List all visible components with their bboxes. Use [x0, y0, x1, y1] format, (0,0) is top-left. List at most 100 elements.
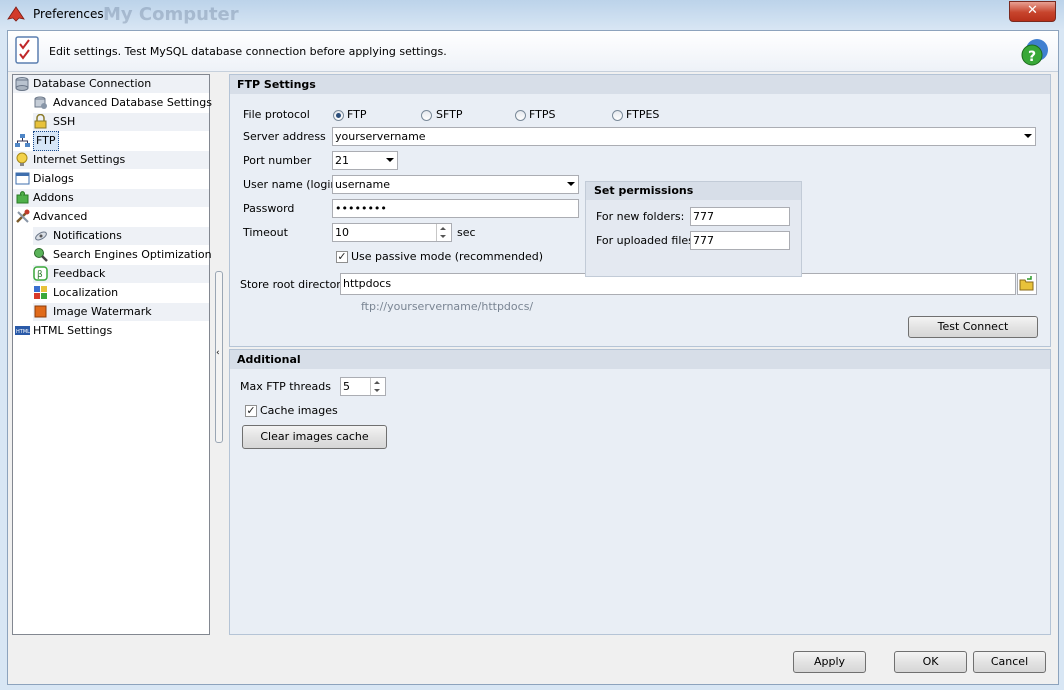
clear-images-cache-button[interactable]: Clear images cache	[242, 425, 387, 449]
protocol-ftps-label: FTPS	[529, 108, 556, 121]
settings-tree: Database Connection Advanced Database Se…	[12, 74, 212, 635]
new-folders-label: For new folders:	[596, 210, 685, 223]
folder-open-icon	[1019, 276, 1034, 291]
tree-item-notifications[interactable]: Notifications	[33, 227, 209, 245]
close-window-button[interactable]: ✕	[1009, 1, 1056, 22]
additional-panel: Additional Max FTP threads 5 ✓ Cache ima…	[229, 349, 1051, 635]
uploaded-files-value: 777	[693, 234, 714, 247]
server-address-label: Server address	[243, 130, 326, 143]
tree-item-label: Image Watermark	[53, 305, 152, 318]
tree-item-internet-settings[interactable]: Internet Settings	[13, 151, 209, 169]
tree-item-label: SSH	[53, 115, 76, 128]
timeout-stepper[interactable]: 10	[332, 223, 452, 242]
tree-item-label: Dialogs	[33, 172, 74, 185]
uploaded-files-input[interactable]: 777	[690, 231, 790, 250]
tree-item-label: Advanced	[33, 210, 88, 223]
lightbulb-icon	[16, 152, 28, 166]
lock-icon	[34, 114, 47, 129]
protocol-ftps-radio[interactable]	[515, 110, 526, 121]
port-number-combobox[interactable]: 21	[332, 151, 398, 170]
password-input[interactable]: ••••••••	[332, 199, 579, 218]
max-ftp-threads-stepper[interactable]: 5	[340, 377, 386, 396]
protocol-ftpes-label: FTPES	[626, 108, 660, 121]
store-root-label: Store root directory	[240, 278, 348, 291]
store-root-value: httpdocs	[343, 277, 392, 290]
database-gear-icon	[34, 96, 47, 109]
file-protocol-label: File protocol	[243, 108, 310, 121]
new-folders-value: 777	[693, 210, 714, 223]
ftp-url-preview: ftp://yourservername/httpdocs/	[361, 300, 534, 313]
svg-text:β: β	[37, 270, 43, 280]
tree-item-dialogs[interactable]: Dialogs	[13, 170, 209, 188]
database-icon	[15, 77, 29, 91]
protocol-ftp-radio[interactable]	[333, 110, 344, 121]
port-number-value: 21	[335, 154, 349, 167]
tree-item-html-settings[interactable]: HTML HTML Settings	[13, 322, 209, 340]
new-folders-input[interactable]: 777	[690, 207, 790, 226]
cache-images-checkbox[interactable]: ✓	[245, 405, 257, 417]
ftp-settings-panel: FTP Settings File protocol FTP SFTP FTPS…	[229, 74, 1051, 347]
chevron-down-icon	[567, 182, 575, 186]
tree-item-label: FTP	[33, 131, 59, 151]
apply-button[interactable]: Apply	[793, 651, 866, 673]
svg-text:HTML: HTML	[16, 329, 30, 335]
tree-item-image-watermark[interactable]: Image Watermark	[33, 303, 209, 321]
header-message: Edit settings. Test MySQL database conne…	[49, 45, 447, 58]
svg-text:?: ?	[1028, 49, 1036, 65]
server-address-value: yourservername	[335, 130, 426, 143]
puzzle-icon	[16, 191, 29, 204]
tree-item-label: Advanced Database Settings	[53, 96, 212, 109]
tree-item-advanced-database-settings[interactable]: Advanced Database Settings	[33, 94, 212, 112]
cache-images-label: Cache images	[260, 404, 338, 417]
magnifier-globe-icon	[34, 248, 48, 262]
client-area: Edit settings. Test MySQL database conne…	[7, 30, 1059, 685]
help-icon[interactable]: ?	[1020, 37, 1050, 67]
browse-folder-button[interactable]	[1017, 273, 1037, 295]
tree-item-label: Localization	[53, 286, 119, 299]
cancel-button[interactable]: Cancel	[973, 651, 1046, 673]
max-ftp-threads-value: 5	[343, 380, 350, 393]
timeout-value: 10	[335, 226, 349, 239]
permissions-header: Set permissions	[586, 182, 801, 200]
password-label: Password	[243, 202, 295, 215]
tools-icon	[16, 209, 30, 223]
tree-item-addons[interactable]: Addons	[13, 189, 209, 207]
protocol-ftpes-radio[interactable]	[612, 110, 623, 121]
window-ghost-title: My Computer	[103, 4, 239, 25]
threads-spin-buttons[interactable]	[370, 378, 385, 395]
protocol-sftp-radio[interactable]	[421, 110, 432, 121]
timeout-spin-buttons[interactable]	[436, 224, 451, 241]
checklist-icon	[15, 36, 39, 64]
tree-item-ssh[interactable]: SSH	[33, 113, 209, 131]
port-number-label: Port number	[243, 154, 312, 167]
user-name-label: User name (login)	[243, 178, 342, 191]
timeout-label: Timeout	[243, 226, 288, 239]
uploaded-files-label: For uploaded files:	[596, 234, 698, 247]
max-ftp-threads-label: Max FTP threads	[240, 380, 332, 393]
feedback-icon: β	[33, 266, 48, 281]
tree-item-database-connection[interactable]: Database Connection	[13, 75, 209, 93]
tree-item-advanced[interactable]: Advanced	[13, 208, 209, 226]
tree-item-ftp[interactable]: FTP	[13, 131, 209, 151]
html-icon: HTML	[15, 326, 30, 335]
test-connect-button[interactable]: Test Connect	[908, 316, 1038, 338]
splitter-handle[interactable]: ‹	[215, 271, 223, 443]
tree-item-localization[interactable]: Localization	[33, 284, 209, 302]
tree-item-feedback[interactable]: β Feedback	[33, 265, 209, 283]
chevron-down-icon	[1024, 134, 1032, 138]
tree-item-label: Notifications	[53, 229, 122, 242]
passive-mode-checkbox[interactable]: ✓	[336, 251, 348, 263]
title-bar: Preferences My Computer ✕	[0, 0, 1064, 30]
server-address-combobox[interactable]: yourservername	[332, 127, 1036, 146]
user-name-combobox[interactable]: username	[332, 175, 579, 194]
watermark-image-icon	[34, 305, 47, 318]
protocol-ftp-label: FTP	[347, 108, 367, 121]
tree-item-label: Addons	[33, 191, 74, 204]
tree-item-search-engines-optimization[interactable]: Search Engines Optimization	[33, 246, 212, 264]
window-title: Preferences	[33, 7, 104, 21]
preferences-window: Preferences My Computer ✕ Edit settings.…	[0, 0, 1064, 690]
flags-icon	[34, 286, 47, 299]
info-header: Edit settings. Test MySQL database conne…	[8, 31, 1058, 72]
ok-button[interactable]: OK	[894, 651, 967, 673]
permissions-group: Set permissions For new folders: 777 For…	[585, 181, 802, 277]
